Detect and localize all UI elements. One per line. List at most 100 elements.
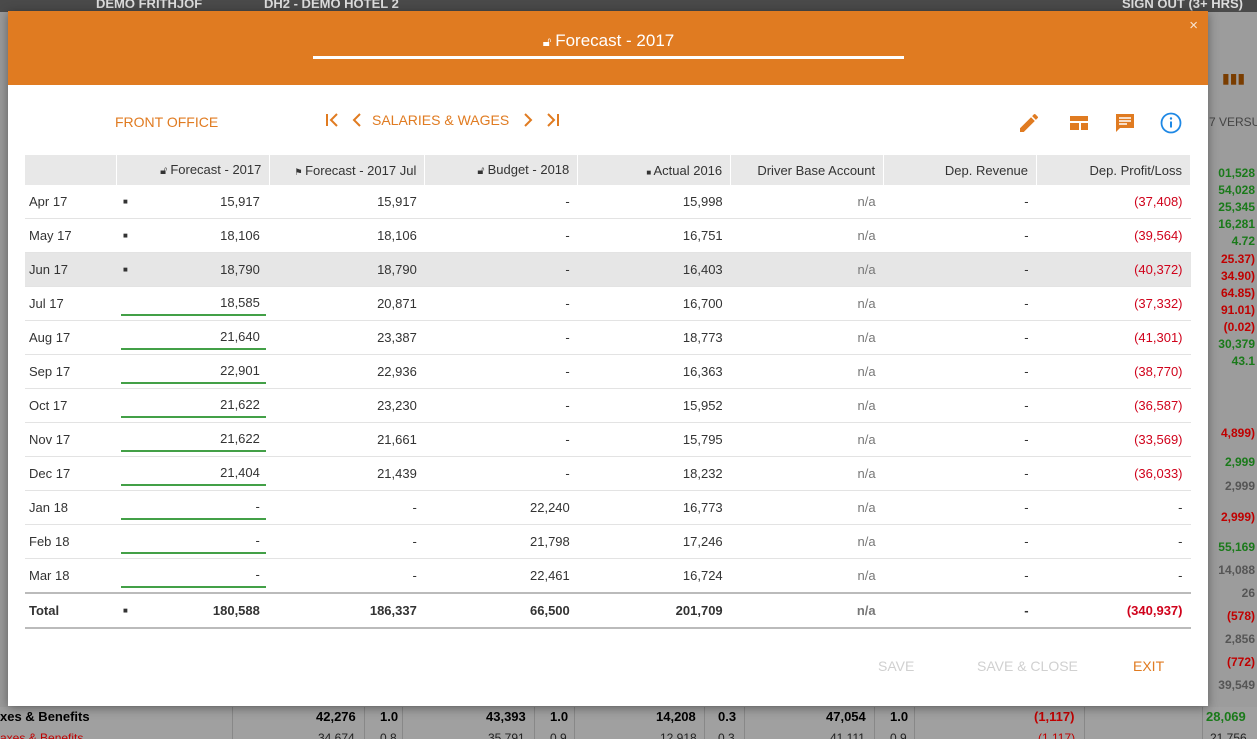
table-row[interactable]: Feb 18- -21,798 17,246 n/a - -: [25, 524, 1191, 559]
forecast-jul-cell: 21,661: [269, 422, 425, 457]
dep-revenue-cell: -: [883, 524, 1037, 559]
table-row[interactable]: Jan 18- -22,240 16,773 n/a - -: [25, 490, 1191, 525]
table-row[interactable]: Jul 17 18,585 20,871-16,700 n/a - (37,332): [25, 286, 1191, 321]
month-cell: Jun 17: [25, 252, 117, 287]
sign-out-link[interactable]: SIGN OUT (3+ HRS): [1122, 0, 1243, 11]
budget-cell: 22,461: [424, 558, 578, 594]
table-row[interactable]: Nov 17 21,622 21,661-15,795 n/a - (33,569): [25, 422, 1191, 457]
background-value: (0.02): [1223, 320, 1255, 334]
bottom-row-value: 43,393: [486, 709, 526, 724]
budget-cell: -: [424, 252, 578, 287]
background-value: 26: [1241, 586, 1255, 600]
edit-button[interactable]: [1017, 111, 1041, 135]
modal-title: 🔓︎ Forecast - 2017: [313, 31, 904, 51]
table-row[interactable]: Apr 17 ■ 15,917 15,917-15,998 n/a - (37,408): [25, 185, 1191, 219]
month-cell: Sep 17: [25, 354, 117, 389]
forecast-cell[interactable]: 21,622: [116, 388, 270, 423]
first-account-button[interactable]: [324, 111, 342, 129]
forecast-cell[interactable]: -: [116, 558, 270, 594]
col-header-label: Budget - 2018: [487, 162, 570, 177]
col-header-actual[interactable]: ■ Actual 2016: [577, 155, 732, 185]
unlock-icon: 🔓︎: [160, 165, 171, 177]
bottom-row2-value: 12,918: [660, 731, 697, 739]
forecast-jul-cell: 15,917: [269, 185, 425, 219]
bottom-row-value: 42,276: [316, 709, 356, 724]
forecast-jul-cell: -: [269, 524, 425, 559]
col-header-forecast-jul[interactable]: ⚑ Forecast - 2017 Jul: [269, 155, 426, 185]
dep-profit-loss-cell: -: [1036, 524, 1191, 559]
app-versus-label: 7 VERSUS: [1209, 115, 1257, 129]
bottom-row-ratio: 0.3: [718, 709, 737, 724]
forecast-input[interactable]: 21,404: [120, 460, 266, 486]
forecast-jul-cell: 20,871: [269, 286, 425, 321]
forecast-cell[interactable]: 21,404: [116, 456, 270, 491]
forecast-input[interactable]: 21,622: [120, 426, 266, 452]
dep-profit-loss-cell: -: [1036, 558, 1191, 594]
save-button[interactable]: SAVE: [878, 658, 914, 674]
dep-revenue-cell: -: [883, 388, 1037, 423]
total-driver: n/a: [730, 592, 884, 629]
budget-cell: 21,798: [424, 524, 578, 559]
month-cell: Jan 18: [25, 490, 117, 525]
forecast-cell[interactable]: 22,901: [116, 354, 270, 389]
forecast-input[interactable]: -: [120, 562, 266, 588]
table-row[interactable]: Mar 18- -22,461 16,724 n/a - -: [25, 558, 1191, 594]
forecast-input[interactable]: 22,901: [120, 358, 266, 384]
forecast-cell[interactable]: -: [116, 490, 270, 525]
exit-button[interactable]: EXIT: [1133, 658, 1164, 674]
forecast-cell[interactable]: -: [116, 524, 270, 559]
lock-icon: ■: [122, 265, 128, 274]
layout-button[interactable]: [1067, 111, 1091, 135]
background-value: 39,549: [1218, 678, 1255, 692]
forecast-jul-cell: -: [269, 558, 425, 594]
total-forecast-cell: ■ 180,588: [116, 592, 270, 629]
col-header-forecast[interactable]: 🔓︎ Forecast - 2017: [116, 155, 271, 185]
chevron-left-icon: [352, 113, 361, 127]
forecast-jul-cell: 21,439: [269, 456, 425, 491]
dep-revenue-cell: -: [883, 490, 1037, 525]
table-row[interactable]: Aug 17 21,640 23,387-18,773 n/a - (41,301): [25, 320, 1191, 355]
lock-icon: ■: [122, 231, 128, 240]
last-account-button[interactable]: [543, 111, 561, 129]
forecast-value: -: [255, 567, 260, 582]
table-row[interactable]: Sep 17 22,901 22,936-16,363 n/a - (38,770): [25, 354, 1191, 389]
driver-cell: n/a: [730, 354, 884, 389]
month-cell: Feb 18: [25, 524, 117, 559]
dep-profit-loss-cell: (33,569): [1036, 422, 1191, 457]
save-and-close-button[interactable]: SAVE & CLOSE: [977, 658, 1078, 674]
col-header-budget[interactable]: 🔓︎ Budget - 2018: [424, 155, 579, 185]
forecast-cell[interactable]: 21,622: [116, 422, 270, 457]
prev-account-button[interactable]: [350, 111, 364, 129]
forecast-cell: ■ 18,790: [116, 252, 270, 287]
table-row[interactable]: Dec 17 21,404 21,439-18,232 n/a - (36,033): [25, 456, 1191, 491]
forecast-input[interactable]: -: [120, 528, 266, 554]
table-row[interactable]: May 17 ■ 18,106 18,106-16,751 n/a - (39,564): [25, 218, 1191, 253]
forecast-cell[interactable]: 21,640: [116, 320, 270, 355]
total-forecast-jul: 186,337: [269, 592, 425, 629]
dep-profit-loss-cell: (41,301): [1036, 320, 1191, 355]
dep-profit-loss-cell: (37,332): [1036, 286, 1191, 321]
table-row[interactable]: Jun 17 ■ 18,790 18,790-16,403 n/a - (40,372): [25, 252, 1191, 287]
forecast-input[interactable]: 21,640: [120, 324, 266, 350]
forecast-jul-cell: 18,790: [269, 252, 425, 287]
forecast-jul-cell: 23,387: [269, 320, 425, 355]
background-value: 30,379: [1218, 337, 1255, 351]
total-dep-profit-loss: (340,937): [1036, 592, 1191, 629]
close-icon[interactable]: ×: [1189, 17, 1198, 34]
next-account-button[interactable]: [521, 111, 535, 129]
info-button[interactable]: [1159, 111, 1183, 135]
forecast-input[interactable]: -: [120, 494, 266, 520]
forecast-table: 🔓︎ Forecast - 2017 ⚑ Forecast - 2017 Jul…: [25, 155, 1191, 629]
actual-cell: 16,403: [577, 252, 731, 287]
last-icon: [547, 113, 560, 127]
month-cell: Jul 17: [25, 286, 117, 321]
forecast-cell[interactable]: 18,585: [116, 286, 270, 321]
dep-profit-loss-cell: -: [1036, 490, 1191, 525]
total-row: Total ■ 180,588 186,337 66,500 201,709 n/a - (34…: [25, 592, 1191, 629]
forecast-input[interactable]: 18,585: [120, 290, 266, 316]
account-label: SALARIES & WAGES: [372, 112, 510, 128]
comments-button[interactable]: [1113, 111, 1137, 135]
columns-icon[interactable]: ▮▮▮: [1222, 70, 1245, 87]
forecast-input[interactable]: 21,622: [120, 392, 266, 418]
table-row[interactable]: Oct 17 21,622 23,230-15,952 n/a - (36,587): [25, 388, 1191, 423]
